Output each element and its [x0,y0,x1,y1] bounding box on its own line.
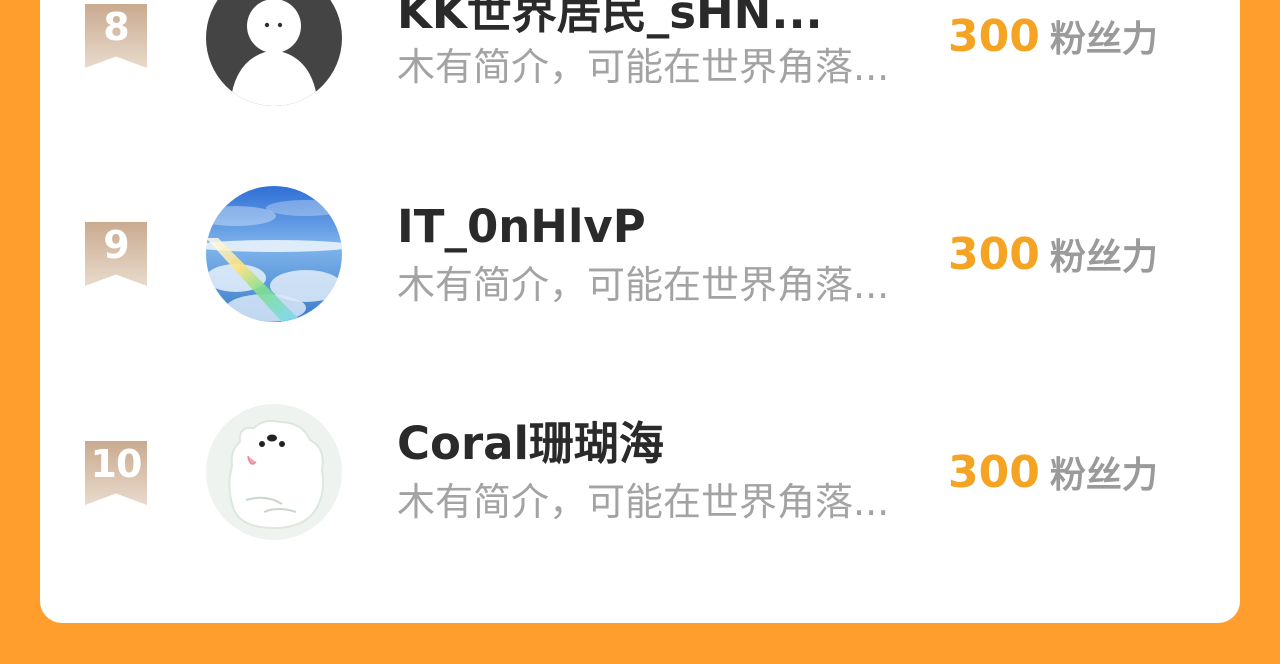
ranking-card: 8 KK世界居民_sHN... 木有简介，可能在世界角落... 300 粉丝力 9 [40,0,1240,623]
rank-badge: 10 [85,441,147,505]
score-value: 300 [948,229,1040,280]
user-description: 木有简介，可能在世界角落... [397,263,890,307]
score-value: 300 [948,447,1040,498]
default-person-avatar-icon [206,0,342,106]
user-name[interactable]: KK世界居民_sHN... [397,0,823,40]
page-background: 8 KK世界居民_sHN... 木有简介，可能在世界角落... 300 粉丝力 9 [0,0,1280,664]
list-item[interactable]: 8 KK世界居民_sHN... 木有简介，可能在世界角落... 300 粉丝力 [40,0,1240,110]
user-description: 木有简介，可能在世界角落... [397,45,890,89]
sky-clouds-rainbow-icon [206,186,342,322]
avatar[interactable] [206,186,342,322]
avatar[interactable] [206,0,342,106]
rank-badge: 8 [85,4,147,68]
user-name[interactable]: IT_0nHlvP [397,200,646,254]
score-unit: 粉丝力 [1049,19,1158,60]
user-description: 木有简介，可能在世界角落... [397,480,890,524]
list-item[interactable]: 10 Coral珊瑚海 木有简介，可能在世界角落... 300 粉丝力 [40,396,1240,546]
list-item[interactable]: 9 IT_0nHlvP 木有简介，可能在世界角落... 300 粉丝力 [40,178,1240,328]
score-unit: 粉丝力 [1049,455,1158,496]
rank-badge: 9 [85,222,147,286]
user-name[interactable]: Coral珊瑚海 [397,417,664,471]
fan-power-score: 300 粉丝力 [948,228,1158,291]
score-unit: 粉丝力 [1049,237,1158,278]
avatar[interactable] [206,404,342,540]
polar-bear-icon [206,404,342,540]
fan-power-score: 300 粉丝力 [948,446,1158,509]
fan-power-score: 300 粉丝力 [948,10,1158,73]
score-value: 300 [948,11,1040,62]
